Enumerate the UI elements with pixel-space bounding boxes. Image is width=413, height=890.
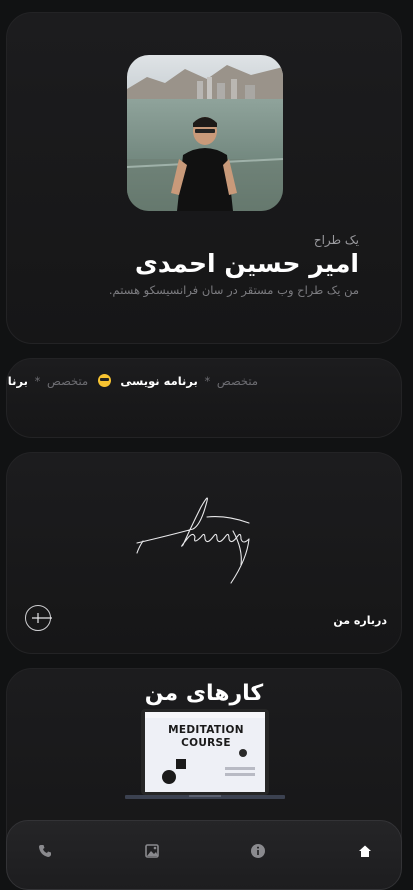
marquee-star: * xyxy=(34,374,41,388)
gallery-icon[interactable] xyxy=(144,843,160,859)
marquee-item: برنامه نویس xyxy=(7,374,28,388)
profile-card: یک طراح امیر حسین احمدی من یک طراح وب مس… xyxy=(6,12,402,344)
marquee-item: متخصص xyxy=(46,374,89,388)
marquee-item: برنامه نویسی xyxy=(120,374,198,388)
profile-bio: من یک طراح وب مستقر در سان فرانسیسکو هست… xyxy=(108,283,359,297)
plus-circle-icon xyxy=(32,613,60,623)
profile-role: یک طراح xyxy=(313,233,359,247)
about-plus-button[interactable] xyxy=(25,605,60,631)
signature-image xyxy=(136,497,250,584)
bottom-navigation xyxy=(6,820,402,890)
marquee-star: * xyxy=(204,374,211,388)
skills-marquee: متخصص * برنامه نویسی متخصص * برنامه نویس xyxy=(7,374,258,388)
about-card[interactable]: درباره من xyxy=(6,452,402,654)
info-icon[interactable] xyxy=(250,843,266,859)
marquee-item: متخصص xyxy=(216,374,258,388)
about-label[interactable]: درباره من xyxy=(333,614,387,627)
profile-name: امیر حسین احمدی xyxy=(134,249,359,278)
phone-icon[interactable] xyxy=(37,843,53,859)
works-title: کارهای من xyxy=(144,681,264,706)
sunglasses-emoji-icon xyxy=(97,374,111,387)
works-preview-heading: MEDITATION COURSE xyxy=(168,724,244,749)
home-icon[interactable] xyxy=(357,843,373,859)
profile-photo xyxy=(127,55,283,211)
skills-marquee-card: متخصص * برنامه نویسی متخصص * برنامه نویس xyxy=(6,358,402,438)
